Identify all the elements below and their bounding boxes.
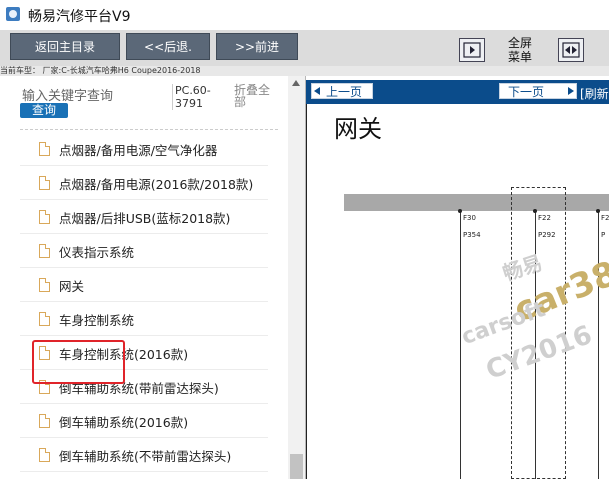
- list-item-label: 仪表指示系统: [59, 245, 135, 260]
- fuse-label: F30: [463, 214, 476, 222]
- list-item[interactable]: 倒车辅助系统(2016款): [20, 404, 268, 438]
- list-item[interactable]: 仪表指示系统: [20, 234, 268, 268]
- list-item[interactable]: 车身控制系统: [20, 302, 268, 336]
- scrollbar-thumb[interactable]: [290, 454, 303, 479]
- fuse-code: P354: [463, 231, 481, 239]
- title-bar: 畅易汽修平台V9: [0, 0, 609, 30]
- fuse-label: F2: [601, 214, 609, 222]
- toolbar: 返回主目录 <<后退. >>前进 全屏 菜单: [0, 30, 609, 67]
- list-item-label: 点烟器/备用电源(2016款/2018款): [59, 177, 254, 192]
- document-icon: [39, 448, 50, 462]
- list-item[interactable]: 点烟器/备用电源/空气净化器: [20, 132, 268, 166]
- return-main-menu-button[interactable]: 返回主目录: [10, 33, 120, 60]
- query-button[interactable]: 查询: [20, 103, 68, 118]
- next-page-button[interactable]: 下一页: [499, 83, 577, 99]
- wire: [598, 211, 599, 479]
- document-icon: [39, 244, 50, 258]
- list-item[interactable]: 倒车辅助系统(不带前雷达探头): [20, 438, 268, 472]
- diagram-title: 网关: [334, 115, 382, 143]
- refresh-link[interactable]: [刷新: [580, 85, 609, 102]
- fuse-code: P292: [538, 231, 556, 239]
- search-input[interactable]: 输入关键字查询: [22, 85, 113, 104]
- list-item-label: 网关: [59, 279, 85, 294]
- tree-list: 点烟器/备用电源/空气净化器 点烟器/备用电源(2016款/2018款) 点烟器…: [20, 132, 268, 472]
- diagram-viewer: 上一页 下一页 [刷新 网关 F30 P354 F22 P292 F2 P 畅易…: [306, 76, 609, 479]
- fuse-label: F22: [538, 214, 551, 222]
- fuse-code: P: [601, 231, 606, 239]
- document-icon: [39, 210, 50, 224]
- list-item[interactable]: 点烟器/备用电源(2016款/2018款): [20, 166, 268, 200]
- page-navigation-bar: 上一页 下一页 [刷新: [306, 80, 609, 104]
- fullscreen-menu-label[interactable]: 全屏 菜单: [500, 36, 540, 64]
- document-icon: [39, 142, 50, 156]
- document-icon: [39, 176, 50, 190]
- arrow-left-icon: [314, 87, 320, 95]
- power-bus-bar: [344, 194, 609, 211]
- list-item-label: 点烟器/备用电源/空气净化器: [59, 143, 218, 158]
- junction-dot: [458, 209, 462, 213]
- left-scrollbar[interactable]: [288, 76, 305, 479]
- fullscreen-toggle-icon[interactable]: [459, 38, 485, 62]
- document-icon: [39, 312, 50, 326]
- list-item-label: 车身控制系统: [59, 313, 135, 328]
- current-vehicle-line: 当前车型： 厂家:C-长城汽车哈弗H6 Coupe2016-2018: [0, 66, 609, 76]
- window-title: 畅易汽修平台V9: [28, 9, 131, 25]
- wire: [460, 211, 461, 479]
- list-item-label: 点烟器/后排USB(蓝标2018款): [59, 211, 231, 226]
- app-icon: [6, 7, 20, 21]
- left-panel: 输入关键字查询 查询 PC.60- 3791 折叠全 部 点烟器/备用电源/空气…: [0, 76, 306, 479]
- arrow-right-icon: [568, 87, 574, 95]
- list-item[interactable]: 点烟器/后排USB(蓝标2018款): [20, 200, 268, 234]
- forward-button[interactable]: >>前进: [216, 33, 298, 60]
- collapse-all-link[interactable]: 折叠全 部: [234, 84, 278, 108]
- back-button[interactable]: <<后退.: [126, 33, 210, 60]
- junction-dot: [533, 209, 537, 213]
- split-view-icon[interactable]: [558, 38, 584, 62]
- scroll-up-icon[interactable]: [292, 80, 300, 86]
- part-number: PC.60- 3791: [172, 84, 227, 110]
- selection-highlight: [32, 340, 125, 384]
- list-item-label: 倒车辅助系统(不带前雷达探头): [59, 449, 232, 464]
- document-icon: [39, 278, 50, 292]
- list-item-gateway[interactable]: 网关: [20, 268, 268, 302]
- previous-page-button[interactable]: 上一页: [311, 83, 373, 99]
- wire: [535, 211, 536, 479]
- divider: [20, 129, 278, 130]
- list-item-label: 倒车辅助系统(2016款): [59, 415, 189, 430]
- diagram-border: [306, 104, 307, 479]
- document-icon: [39, 414, 50, 428]
- junction-dot: [596, 209, 600, 213]
